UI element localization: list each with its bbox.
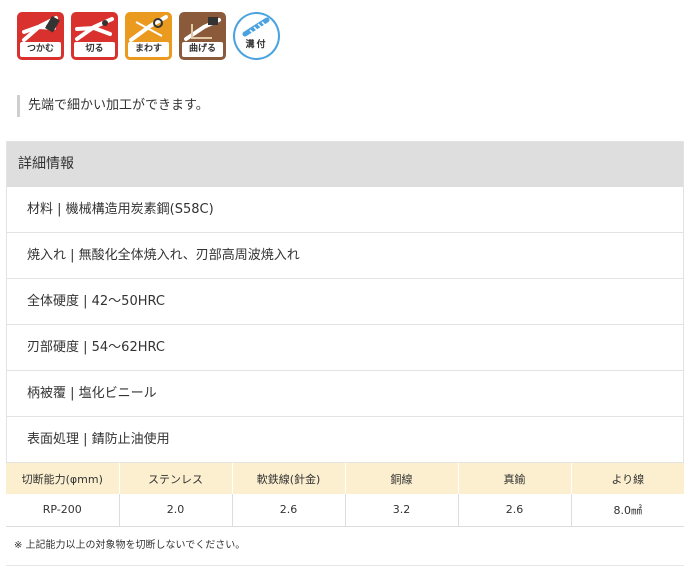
divider <box>6 565 684 566</box>
cell-copper-wire: 3.2 <box>344 494 458 527</box>
bend-badge: 曲げる <box>179 12 226 60</box>
lead-text: 先端で細かい加工ができます。 <box>17 95 209 117</box>
cell-model: RP-200 <box>6 494 119 527</box>
twist-badge: まわす <box>125 12 172 60</box>
header-copper-wire: 銅線 <box>344 463 458 494</box>
header-brass: 真鍮 <box>457 463 571 494</box>
header-soft-iron-wire: 軟鉄線(針金) <box>231 463 345 494</box>
bend-label: 曲げる <box>182 42 223 57</box>
twist-label: まわす <box>128 42 169 57</box>
detail-header: 詳細情報 <box>7 142 683 187</box>
groove-icon <box>242 17 270 37</box>
feature-icon-row: つかむ 切る まわす 曲げる 溝付 <box>17 12 280 60</box>
header-capacity: 切断能力(φmm) <box>6 463 119 494</box>
spec-row-material: 材料 | 機械構造用炭素鋼(S58C) <box>7 187 683 233</box>
table-row: RP-200 2.0 2.6 3.2 2.6 8.0㎟ <box>6 494 684 527</box>
groove-badge: 溝付 <box>233 12 280 60</box>
cell-stranded-wire: 8.0㎟ <box>570 494 684 527</box>
cut-label: 切る <box>74 42 115 57</box>
spec-row-quenching: 焼入れ | 無酸化全体焼入れ、刃部高周波焼入れ <box>7 233 683 279</box>
spec-row-blade-hardness: 刃部硬度 | 54～62HRC <box>7 325 683 371</box>
grip-label: つかむ <box>20 42 61 57</box>
header-stranded-wire: より線 <box>570 463 684 494</box>
header-stainless: ステンレス <box>118 463 232 494</box>
cell-brass: 2.6 <box>457 494 571 527</box>
bend-icon <box>184 17 221 41</box>
grip-icon <box>22 15 60 42</box>
grip-badge: つかむ <box>17 12 64 60</box>
cut-icon <box>75 17 114 41</box>
twist-icon <box>129 15 168 42</box>
capacity-note: ※ 上記能力以上の対象物を切断しないでください。 <box>14 540 246 551</box>
groove-label: 溝付 <box>245 40 268 50</box>
cell-stainless: 2.0 <box>118 494 232 527</box>
capacity-table: 切断能力(φmm) ステンレス 軟鉄線(針金) 銅線 真鍮 より線 RP-200… <box>6 463 684 527</box>
spec-row-handle-coating: 柄被覆 | 塩化ビニール <box>7 371 683 417</box>
cut-badge: 切る <box>71 12 118 60</box>
spec-row-surface-treatment: 表面処理 | 錆防止油使用 <box>7 417 683 463</box>
spec-row-overall-hardness: 全体硬度 | 42～50HRC <box>7 279 683 325</box>
detail-section: 詳細情報 材料 | 機械構造用炭素鋼(S58C) 焼入れ | 無酸化全体焼入れ、… <box>6 141 684 463</box>
capacity-header-row: 切断能力(φmm) ステンレス 軟鉄線(針金) 銅線 真鍮 より線 <box>6 463 684 494</box>
cell-soft-iron-wire: 2.6 <box>231 494 345 527</box>
